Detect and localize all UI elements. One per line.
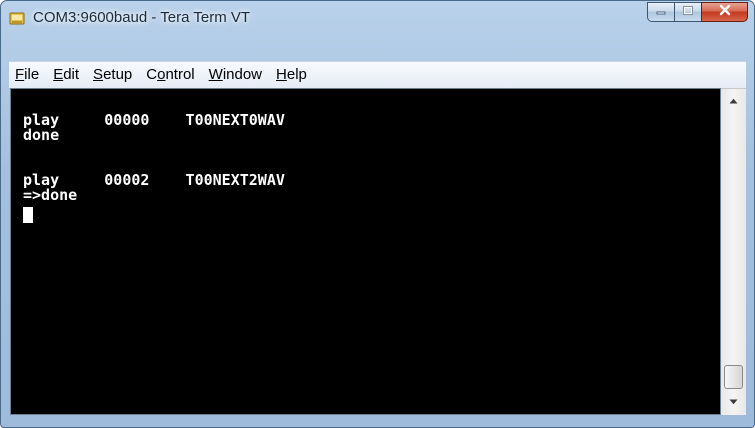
menu-help[interactable]: Help: [269, 63, 314, 87]
scroll-thumb[interactable]: [724, 365, 743, 389]
window-title: COM3:9600baud - Tera Term VT: [33, 9, 251, 26]
minimize-button[interactable]: [647, 2, 675, 22]
menu-window[interactable]: Window: [202, 63, 269, 87]
scroll-up-arrow-icon: [729, 91, 738, 109]
tera-term-window: COM3:9600baud - Tera Term VT File Edit S…: [0, 0, 755, 428]
menu-edit[interactable]: Edit: [46, 63, 86, 87]
block-cursor: [23, 207, 33, 223]
scroll-up-button[interactable]: [721, 91, 746, 108]
scroll-down-button[interactable]: [721, 392, 746, 409]
maximize-button[interactable]: [674, 2, 702, 22]
menu-control[interactable]: Control: [139, 63, 201, 87]
menu-setup[interactable]: Setup: [86, 63, 139, 87]
vertical-scrollbar[interactable]: [721, 88, 746, 415]
terminal-line: play 00000 T00NEXT0WAV: [23, 111, 285, 129]
terminal-line: done: [23, 126, 60, 144]
close-button[interactable]: [701, 2, 748, 22]
caption-buttons: [647, 2, 748, 23]
maximize-icon: [682, 3, 694, 21]
menu-bar: File Edit Setup Control Window Help: [9, 61, 746, 88]
terminal-line: =>done: [23, 186, 78, 204]
tera-term-icon[interactable]: [9, 10, 25, 26]
title-bar[interactable]: COM3:9600baud - Tera Term VT: [1, 1, 754, 33]
minimize-icon: [655, 3, 667, 21]
close-icon: [718, 3, 732, 21]
menu-file[interactable]: File: [9, 63, 46, 87]
scroll-down-arrow-icon: [729, 392, 738, 410]
terminal-screen[interactable]: play 00000 T00NEXT0WAV done play 00002 T…: [10, 88, 721, 415]
